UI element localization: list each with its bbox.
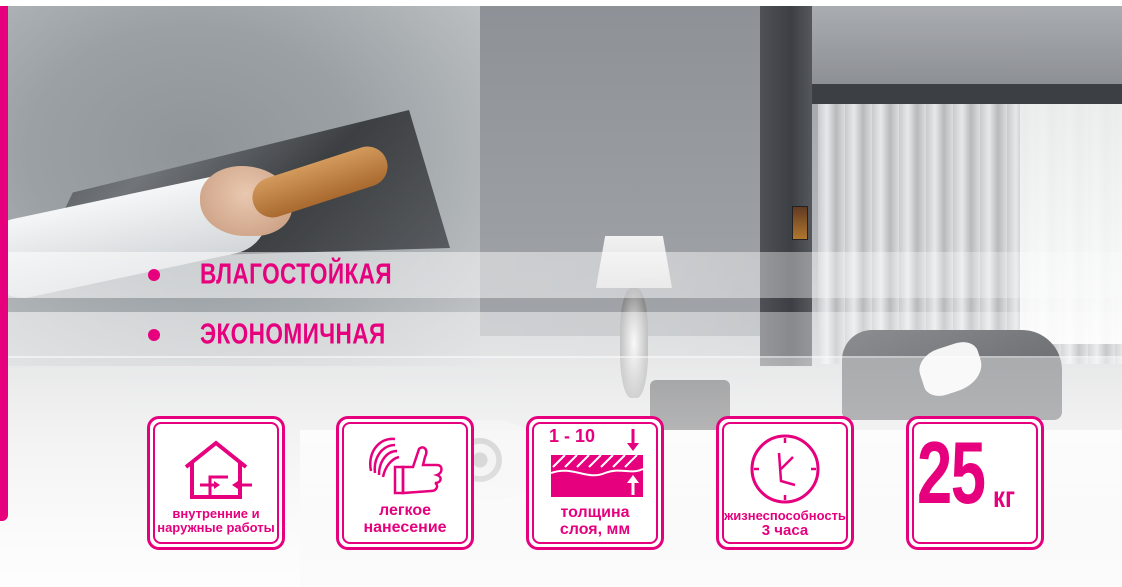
- bullet-bar-economical: ЭКОНОМИЧНАЯ: [8, 312, 1122, 358]
- feature-line2: нанесение: [363, 518, 447, 536]
- left-accent-bar: [0, 6, 8, 521]
- thumbs-up-hand-icon: [368, 437, 443, 495]
- weight-unit: кг: [993, 481, 1016, 514]
- bullet-text: ЭКОНОМИЧНАЯ: [200, 318, 386, 351]
- cornice: [780, 84, 1122, 104]
- feature-line1: внутренние и: [172, 506, 260, 521]
- wall-picture: [792, 206, 808, 240]
- feature-card-layer-thickness: 1 - 10 толщина слоя, мм: [526, 416, 664, 550]
- feature-line1: легкое: [379, 502, 431, 519]
- bullet-text: ВЛАГОСТОЙКАЯ: [200, 258, 393, 291]
- clock-icon: [750, 434, 820, 504]
- weight-card: 25 кг: [906, 416, 1044, 550]
- feature-line2: наружные работы: [157, 519, 275, 535]
- feature-card-pot-life: жизнеспособность 3 часа: [716, 416, 854, 550]
- feature-line1: жизнеспособность: [724, 508, 846, 523]
- bullet-dot: [148, 329, 160, 341]
- weight-value: 25: [917, 423, 986, 522]
- window: [1020, 104, 1122, 344]
- feature-card-interior-exterior: внутренние и наружные работы: [147, 416, 285, 550]
- feature-card-easy-application: легкое нанесение: [336, 416, 474, 550]
- feature-line1: толщина: [560, 504, 630, 521]
- bullet-dot: [148, 269, 160, 281]
- feature-line2: слоя, мм: [559, 520, 631, 538]
- promo-banner: ВЛАГОСТОЙКАЯ ЭКОНОМИЧНАЯ внутренние и на…: [0, 0, 1122, 587]
- top-border: [0, 0, 1122, 6]
- bullet-bar-moisture-resistant: ВЛАГОСТОЙКАЯ: [8, 252, 1122, 298]
- layer-thickness-icon: [550, 429, 644, 497]
- house-arrows-icon: [184, 440, 252, 499]
- ceiling: [780, 6, 1122, 86]
- feature-line2: 3 часа: [761, 521, 809, 539]
